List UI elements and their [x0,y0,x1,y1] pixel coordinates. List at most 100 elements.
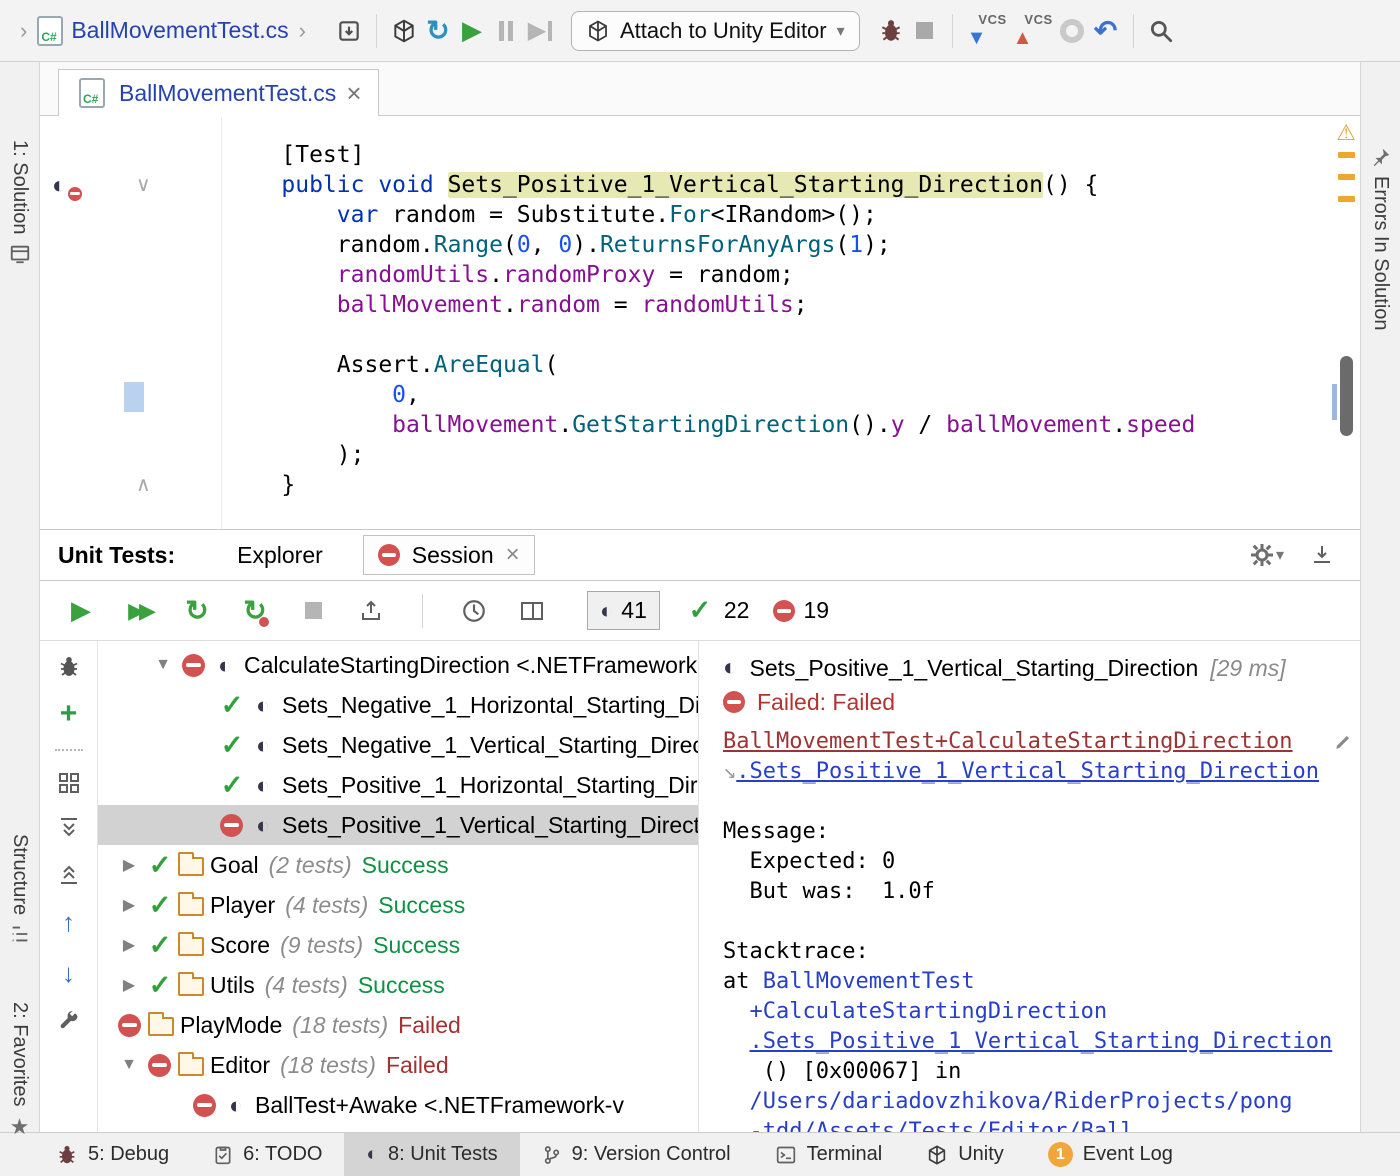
fold-end-icon[interactable] [136,472,151,497]
code-area[interactable]: [Test] public void Sets_Positive_1_Verti… [222,116,1360,529]
expander-right-icon[interactable] [114,935,144,955]
code-line[interactable]: 0, [226,380,1360,410]
import-results-button[interactable] [1310,542,1334,568]
code-line[interactable]: randomUtils.randomProxy = random; [226,260,1360,290]
test-tree-row[interactable]: Sets_Negative_1_Horizontal_Starting_Dire… [98,685,698,725]
vcs-update-label: VCS [978,12,1006,27]
refresh-button[interactable] [421,14,455,48]
collapse-all-button[interactable] [57,861,81,887]
stop-button[interactable] [908,14,942,48]
statusbar-unit-tests[interactable]: 8: Unit Tests [344,1133,519,1176]
build-install-button[interactable] [332,14,366,48]
test-tree-row[interactable]: Sets_Positive_1_Vertical_Starting_Direct… [98,805,698,845]
toolwindow-button-errors[interactable]: Errors In Solution [1361,146,1400,331]
code-editor[interactable]: ◐ [Test] public void Sets_Positive_1_Ver… [40,116,1360,530]
code-line[interactable]: var random = Substitute.For<IRandom>(); [226,200,1360,230]
code-line[interactable] [226,320,1360,350]
run-test-button[interactable] [64,594,98,628]
fold-start-icon[interactable] [136,172,151,197]
rerun-tests-button[interactable] [180,594,214,628]
debug-button[interactable] [874,14,908,48]
code-line[interactable]: Assert.AreEqual( [226,350,1360,380]
test-tree-row[interactable]: Sets_Positive_1_Horizontal_Starting_Dire… [98,765,698,805]
test-icon [248,772,278,799]
expand-all-button[interactable] [57,815,81,841]
test-tree-row[interactable]: Score(9 tests)Success [98,925,698,965]
passed-icon [216,690,248,721]
unit-test-settings-button[interactable] [57,1009,81,1033]
expander-down-icon[interactable] [114,1056,144,1074]
code-line[interactable]: random.Range(0, 0).ReturnsForAnyArgs(1); [226,230,1360,260]
add-icon[interactable] [60,699,78,729]
toolwindow-button-solution[interactable]: 1: Solution [0,140,39,265]
close-icon[interactable] [506,543,520,567]
code-line[interactable]: } [226,470,1360,500]
tab-session[interactable]: Session [363,535,535,575]
settings-button[interactable] [1250,543,1284,567]
vcs-update-button[interactable]: VCS ▼ [963,12,1009,50]
test-tree-row[interactable]: BallTest+Awake <.NETFramework-v [98,1085,698,1125]
rerun-failed-tests-button[interactable] [238,594,272,628]
statusbar-terminal[interactable]: Terminal [753,1133,905,1176]
toolwindow-button-favorites[interactable]: 2: Favorites [0,1002,39,1140]
previous-failed-test-button[interactable] [62,907,75,938]
undo-button[interactable] [1089,14,1123,48]
stop-tests-button[interactable] [296,594,330,628]
editor-tab-ballmovementtest[interactable]: BallMovementTest.cs [58,69,379,116]
statusbar-version-control[interactable]: 9: Version Control [520,1133,753,1176]
expander-down-icon[interactable] [148,656,178,674]
history-button[interactable] [457,594,491,628]
tab-explorer[interactable]: Explorer [237,542,323,569]
run-all-tests-button[interactable] [122,594,156,628]
code-line[interactable]: ); [226,440,1360,470]
statusbar-unity[interactable]: Unity [904,1133,1026,1176]
code-line[interactable]: ballMovement.GetStartingDirection().y / … [226,410,1360,440]
test-icon [248,812,278,839]
statusbar-debug[interactable]: 5: Debug [34,1133,191,1176]
test-tree-row[interactable]: Editor(18 tests)Failed [98,1045,698,1085]
test-tree[interactable]: CalculateStartingDirection <.NETFramewor… [98,641,698,1132]
test-tree-row[interactable]: Player(4 tests)Success [98,885,698,925]
warning-icon[interactable] [1336,120,1356,146]
editor-scrollbar-thumb[interactable] [1340,356,1353,436]
filter-failed-tests-toggle[interactable]: 19 [773,597,829,624]
expander-right-icon[interactable] [114,855,144,875]
test-tree-row[interactable]: Utils(4 tests)Success [98,965,698,1005]
toolbar-separator [952,14,953,48]
run-button[interactable] [455,14,489,48]
close-icon[interactable] [346,80,361,106]
test-tree-row[interactable]: CalculateStartingDirection <.NETFramewor… [98,645,698,685]
test-tree-row[interactable]: Sets_Negative_1_Vertical_Starting_Direct… [98,725,698,765]
run-configuration-button[interactable] [387,14,421,48]
test-status-gutter-icon[interactable]: ◐ [52,172,82,200]
next-failed-test-button[interactable] [62,958,75,989]
warning-mark[interactable] [1338,174,1355,180]
vcs-commit-button[interactable]: VCS ▲ [1009,12,1055,50]
code-line[interactable]: public void Sets_Positive_1_Vertical_Sta… [226,170,1360,200]
panel-splitter[interactable] [698,641,705,1132]
search-everywhere-button[interactable] [1144,14,1178,48]
breadcrumb[interactable]: BallMovementTest.cs [71,17,288,44]
test-tree-row[interactable]: PlayMode(18 tests)Failed [98,1005,698,1045]
code-line[interactable]: [Test] [226,140,1360,170]
filter-passed-tests-toggle[interactable]: 22 [684,595,750,626]
filter-all-tests-toggle[interactable]: 41 [587,591,660,630]
expander-right-icon[interactable] [114,895,144,915]
export-results-button[interactable] [354,594,388,628]
warning-mark[interactable] [1338,196,1355,202]
warning-mark[interactable] [1338,152,1355,158]
statusbar-event-log[interactable]: 1 Event Log [1026,1133,1195,1176]
navigate-to-source-button[interactable] [1334,733,1352,751]
step-button[interactable] [523,14,557,48]
pause-button[interactable] [489,14,523,48]
attach-to-unity-dropdown[interactable]: Attach to Unity Editor [571,11,860,51]
rollback-button[interactable] [1055,14,1089,48]
code-line[interactable]: ballMovement.random = randomUtils; [226,290,1360,320]
track-running-test-button[interactable] [57,655,81,679]
toggle-output-panel-button[interactable] [515,594,549,628]
toolwindow-button-structure[interactable]: Structure [0,834,39,945]
statusbar-todo[interactable]: 6: TODO [191,1133,344,1176]
expander-right-icon[interactable] [114,975,144,995]
test-tree-row[interactable]: Goal(2 tests)Success [98,845,698,885]
group-by-button[interactable] [57,771,81,795]
